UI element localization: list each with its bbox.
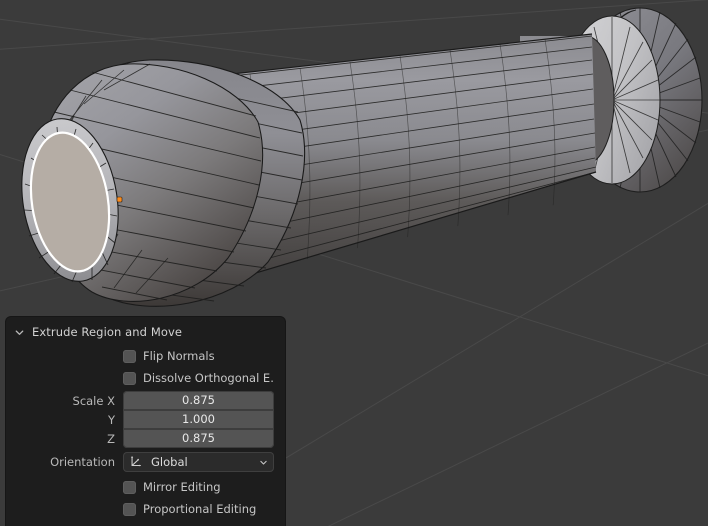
input-scale-z[interactable]: 0.875 bbox=[123, 429, 274, 448]
dropdown-orientation[interactable]: Global bbox=[123, 452, 274, 472]
label-scale-x: Scale X bbox=[72, 393, 115, 408]
checkbox-mirror-editing[interactable] bbox=[123, 480, 136, 494]
chevron-down-icon[interactable] bbox=[14, 327, 25, 338]
row-flip-normals: Flip Normals bbox=[17, 347, 274, 365]
row-scale-y: Y 1.000 bbox=[17, 410, 274, 429]
checkbox-label-flip-normals: Flip Normals bbox=[143, 349, 215, 363]
axis-gizmo-icon bbox=[130, 456, 141, 467]
checkbox-label-proportional-editing: Proportional Editing bbox=[143, 502, 257, 516]
row-scale-z: Z 0.875 bbox=[17, 429, 274, 448]
label-scale-z: Z bbox=[107, 431, 115, 446]
checkbox-proportional-editing[interactable] bbox=[123, 502, 136, 516]
operator-panel-header[interactable]: Extrude Region and Move bbox=[6, 320, 285, 344]
label-orientation: Orientation bbox=[50, 455, 115, 469]
row-proportional-editing: Proportional Editing bbox=[17, 500, 274, 518]
checkbox-label-dissolve-orthogonal-edges: Dissolve Orthogonal E... bbox=[143, 371, 274, 385]
row-dissolve-orthogonal-edges: Dissolve Orthogonal E... bbox=[17, 369, 274, 387]
row-orientation: Orientation Global bbox=[17, 452, 274, 472]
label-scale-y: Y bbox=[107, 412, 115, 427]
checkbox-label-mirror-editing: Mirror Editing bbox=[143, 480, 221, 494]
chevron-down-icon[interactable] bbox=[259, 458, 268, 467]
active-vertex-marker[interactable] bbox=[116, 196, 123, 203]
scale-field-group: Scale X 0.875 Y 1.000 Z 0.875 bbox=[17, 391, 274, 448]
input-scale-y[interactable]: 1.000 bbox=[123, 410, 274, 429]
operator-panel-title: Extrude Region and Move bbox=[32, 325, 183, 339]
dropdown-orientation-value: Global bbox=[151, 455, 188, 469]
mesh-left-bulb bbox=[21, 59, 306, 307]
row-scale-x: Scale X 0.875 bbox=[17, 391, 274, 410]
checkbox-dissolve-orthogonal-edges[interactable] bbox=[123, 371, 136, 385]
operator-redo-panel[interactable]: Extrude Region and Move Flip Normals Dis… bbox=[6, 317, 285, 526]
row-mirror-editing: Mirror Editing bbox=[17, 478, 274, 496]
operator-panel-body: Flip Normals Dissolve Orthogonal E... Sc… bbox=[6, 344, 285, 518]
blender-window: Extrude Region and Move Flip Normals Dis… bbox=[0, 0, 708, 526]
mesh-object[interactable] bbox=[11, 7, 703, 307]
input-scale-x[interactable]: 0.875 bbox=[123, 391, 274, 410]
checkbox-flip-normals[interactable] bbox=[123, 349, 136, 363]
